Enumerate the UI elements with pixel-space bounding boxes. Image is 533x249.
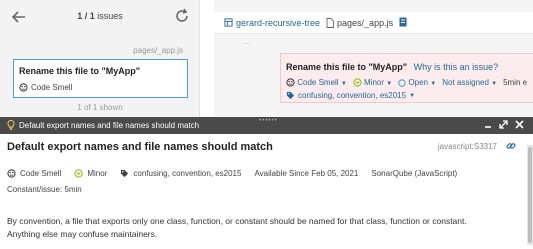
- inline-issue-status[interactable]: Open ▼: [398, 78, 436, 87]
- issue-card-title: Rename this file to "MyApp": [19, 66, 141, 76]
- why-is-this-an-issue-link[interactable]: Why is this an issue?: [414, 62, 499, 72]
- minimize-icon: [485, 125, 491, 128]
- rule-panel-titlebar: Default export names and file names shou…: [0, 117, 533, 134]
- file-icon: [326, 17, 334, 28]
- inline-issue-tags-label: confusing, convention, es2015: [298, 91, 407, 100]
- code-pane: gerard-recursive-tree pages/_app.js … Re…: [214, 0, 533, 117]
- rule-key: javascript:S3317: [437, 142, 497, 151]
- rule-severity-label: Minor: [87, 169, 108, 178]
- code-smell-icon: [19, 83, 28, 92]
- inline-issue-meta: Code Smell ▼ Minor ▼ Open ▼ Not assigned…: [286, 78, 527, 87]
- copy-icon: [399, 17, 407, 26]
- close-button[interactable]: [515, 119, 524, 132]
- inline-issue-title-row: Rename this file to "MyApp" Why is this …: [286, 62, 498, 72]
- rule-panel-bar-title: Default export names and file names shou…: [19, 121, 200, 130]
- rule-tags-label: confusing, convention, es2015: [133, 169, 242, 178]
- minor-severity-icon: [353, 78, 362, 88]
- breadcrumb: gerard-recursive-tree pages/_app.js: [214, 12, 533, 34]
- panel-resize-handle[interactable]: ••••••: [259, 118, 278, 124]
- rule-type: Code Smell: [7, 169, 61, 178]
- issue-card-type-label: Code Smell: [31, 83, 73, 92]
- rule-meta: Code Smell Minor confusing, convention, …: [7, 169, 457, 178]
- rule-severity: Minor: [74, 169, 107, 178]
- minor-severity-icon: [74, 169, 83, 178]
- rule-available-since: Available Since Feb 05, 2021: [254, 169, 359, 178]
- chevron-down-icon: ▼: [386, 81, 393, 87]
- issue-counter: 1 / 1 issues: [0, 11, 200, 21]
- code-smell-icon: [286, 78, 295, 87]
- expand-button[interactable]: [499, 119, 508, 132]
- issue-file-path: pages/_app.js: [133, 46, 183, 55]
- inline-issue-box[interactable]: Rename this file to "MyApp" Why is this …: [280, 53, 533, 103]
- refresh-button[interactable]: [173, 7, 191, 25]
- expand-icon: [499, 119, 508, 129]
- inline-issue-severity-label: Minor: [364, 78, 385, 87]
- inline-issue-type-label: Code Smell: [297, 78, 339, 87]
- rule-type-label: Code Smell: [20, 169, 62, 178]
- breadcrumb-file-label: pages/_app.js: [337, 17, 394, 28]
- scrollbar-thumb[interactable]: [528, 147, 532, 243]
- rule-permalink-button[interactable]: [506, 141, 516, 154]
- issue-card[interactable]: Rename this file to "MyApp" Code Smell: [13, 59, 188, 98]
- chevron-down-icon: ▼: [409, 92, 416, 99]
- code-smell-icon: [7, 169, 16, 178]
- issues-panel: 1 / 1 issues pages/_app.js Rename this f…: [0, 0, 200, 117]
- open-status-icon: [398, 79, 406, 87]
- copy-path-button[interactable]: [399, 17, 407, 29]
- link-icon: [506, 143, 516, 149]
- rule-description: By convention, a file that exports only …: [7, 216, 467, 239]
- inline-issue-severity[interactable]: Minor ▼: [353, 78, 393, 88]
- rule-effort: Constant/issue: 5min: [7, 185, 82, 194]
- inline-issue-type[interactable]: Code Smell ▼: [286, 78, 347, 87]
- inline-issue-title: Rename this file to "MyApp": [286, 62, 408, 72]
- breadcrumb-file: pages/_app.js: [326, 18, 393, 28]
- lightbulb-icon: [7, 119, 15, 132]
- rule-title: Default export names and file names shou…: [7, 141, 273, 153]
- project-icon: [224, 18, 233, 27]
- issues-header: 1 / 1 issues: [0, 0, 200, 34]
- refresh-icon: [176, 8, 188, 22]
- breadcrumb-project-label: gerard-recursive-tree: [236, 17, 321, 28]
- chevron-down-icon: ▼: [491, 81, 498, 88]
- tag-icon: [121, 169, 129, 178]
- rule-tags: confusing, convention, es2015: [120, 169, 241, 178]
- code-gutter-expander[interactable]: …: [244, 39, 252, 46]
- rule-panel-window-controls: [484, 119, 524, 132]
- inline-issue-assignee-label: Not assigned: [442, 78, 489, 88]
- chevron-down-icon: ▼: [430, 81, 437, 88]
- issue-count-value: 1 / 1: [77, 11, 95, 21]
- issue-card-type: Code Smell: [19, 83, 72, 92]
- rule-panel-body: Default export names and file names shou…: [0, 134, 533, 249]
- chevron-down-icon: ▼: [340, 81, 347, 87]
- inline-issue-tags[interactable]: confusing, convention, es2015 ▼: [286, 91, 415, 100]
- shown-count: 1 of 1 shown: [77, 103, 123, 112]
- tag-icon: [286, 91, 295, 100]
- minimize-button[interactable]: [484, 120, 492, 132]
- inline-issue-status-label: Open: [408, 78, 429, 88]
- breadcrumb-project[interactable]: gerard-recursive-tree: [224, 18, 320, 28]
- panel-gap: [200, 0, 214, 117]
- inline-issue-assignee[interactable]: Not assigned ▼: [442, 78, 497, 87]
- issue-count-suffix: issues: [97, 11, 123, 21]
- inline-issue-effort: 5min e: [503, 78, 528, 88]
- rule-engine: SonarQube (JavaScript): [371, 169, 458, 178]
- close-icon: [515, 119, 524, 129]
- rule-panel-scrollbar[interactable]: [527, 145, 533, 245]
